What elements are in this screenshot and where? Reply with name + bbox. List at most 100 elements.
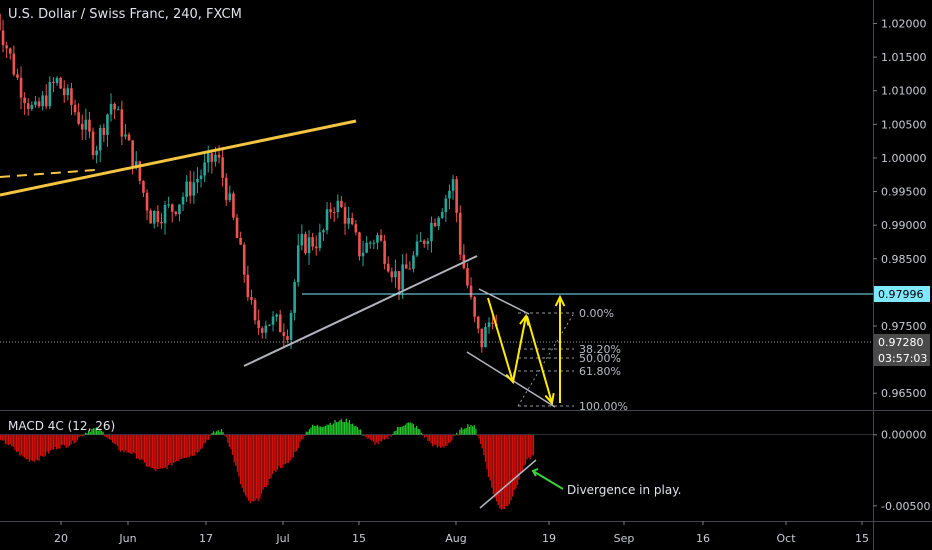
- macd-bar: [41, 434, 43, 457]
- candle-body: [116, 109, 120, 111]
- macd-bar: [147, 434, 149, 467]
- candle-body: [480, 328, 484, 348]
- macd-bar: [220, 429, 223, 435]
- candle-body: [307, 237, 311, 254]
- macd-bar: [118, 434, 120, 451]
- candle-body: [426, 241, 430, 244]
- candle-body: [361, 252, 365, 257]
- macd-bar: [288, 434, 290, 463]
- price-tick-label: 1.00000: [881, 152, 927, 165]
- macd-bar: [483, 434, 485, 456]
- candle-body: [433, 222, 437, 227]
- macd-bar: [54, 434, 56, 447]
- macd-bar: [36, 434, 39, 461]
- macd-bar: [120, 434, 122, 452]
- candle-body: [422, 240, 426, 244]
- candle-body: [437, 217, 440, 227]
- candle-body: [246, 274, 250, 298]
- macd-bar: [300, 434, 303, 440]
- macd-bar: [364, 434, 367, 437]
- macd-bar: [350, 424, 352, 435]
- macd-bar: [52, 434, 55, 450]
- chart-canvas[interactable]: 1.02000 1.01500 1.01000 1.00500 1.00000 0.995…: [0, 0, 932, 550]
- macd-bar: [280, 434, 282, 468]
- macd-bar: [531, 434, 533, 456]
- macd-bar: [427, 434, 429, 441]
- macd-bar: [283, 434, 285, 465]
- macd-bar: [107, 434, 109, 439]
- macd-bar: [121, 434, 123, 451]
- candle-body: [440, 212, 444, 218]
- time-tick-label: Oct: [776, 532, 796, 545]
- macd-bar: [499, 434, 501, 509]
- macd-bar: [216, 431, 218, 435]
- candle-body: [221, 157, 224, 178]
- macd-bar: [262, 434, 264, 490]
- candle-body: [376, 235, 379, 243]
- macd-bar: [332, 423, 335, 435]
- macd-bar: [195, 434, 197, 453]
- macd-bar: [360, 429, 362, 435]
- macd-bar: [281, 434, 283, 468]
- macd-bar: [449, 434, 451, 443]
- candle-body: [196, 178, 199, 183]
- candle-body: [268, 324, 271, 326]
- macd-bar: [131, 434, 133, 455]
- macd-bar: [235, 434, 237, 466]
- candle-body: [142, 180, 145, 193]
- macd-bar: [504, 434, 506, 509]
- macd-bar: [35, 434, 37, 460]
- macd-bar: [78, 434, 80, 438]
- candle-body: [260, 328, 264, 333]
- macd-bar: [17, 434, 19, 452]
- candle-body: [466, 268, 469, 286]
- macd-bar: [500, 434, 503, 510]
- macd-bar: [0, 434, 2, 440]
- candle-body: [239, 237, 242, 245]
- macd-bar: [436, 434, 439, 448]
- candle-body: [386, 263, 390, 272]
- candle-body: [145, 192, 149, 211]
- macd-bar: [196, 434, 199, 453]
- macd-bar: [236, 434, 239, 472]
- macd-bar: [508, 434, 511, 505]
- macd-bar: [179, 434, 181, 460]
- level-price-tag: 0.97996: [878, 288, 924, 301]
- fib-level-label: 50.00%: [579, 352, 621, 365]
- candle-body: [347, 218, 350, 224]
- candle-body: [250, 297, 253, 300]
- candle-body: [228, 193, 232, 201]
- macd-bar: [462, 429, 464, 435]
- macd-bar: [328, 424, 330, 435]
- macd-bar: [73, 434, 75, 444]
- macd-bar: [164, 434, 167, 468]
- macd-bar: [478, 434, 480, 439]
- macd-bar: [465, 428, 467, 435]
- candle-body: [394, 271, 397, 278]
- macd-bar: [305, 431, 307, 435]
- time-tick-label: 19: [542, 532, 556, 545]
- macd-bar: [252, 434, 255, 502]
- macd-bar: [232, 434, 234, 455]
- macd-bar: [366, 434, 368, 439]
- macd-bar: [414, 427, 416, 435]
- candle-body: [278, 314, 282, 333]
- macd-bar: [132, 434, 135, 453]
- macd-bar: [289, 434, 291, 461]
- macd-bar: [49, 434, 51, 451]
- macd-bar: [505, 434, 507, 507]
- time-tick-label: 15: [855, 532, 869, 545]
- candle-body: [0, 13, 1, 31]
- macd-bar: [408, 422, 410, 435]
- candle-body: [476, 316, 480, 329]
- candle-body: [19, 77, 23, 98]
- candle-body: [304, 234, 307, 254]
- macd-bar: [166, 434, 168, 470]
- macd-bar: [142, 434, 144, 461]
- macd-bar: [110, 434, 112, 441]
- macd-bar: [456, 432, 458, 435]
- macd-bar: [4, 434, 7, 445]
- macd-bar: [30, 434, 32, 461]
- macd-bar: [326, 424, 328, 435]
- macd-bar: [347, 422, 349, 435]
